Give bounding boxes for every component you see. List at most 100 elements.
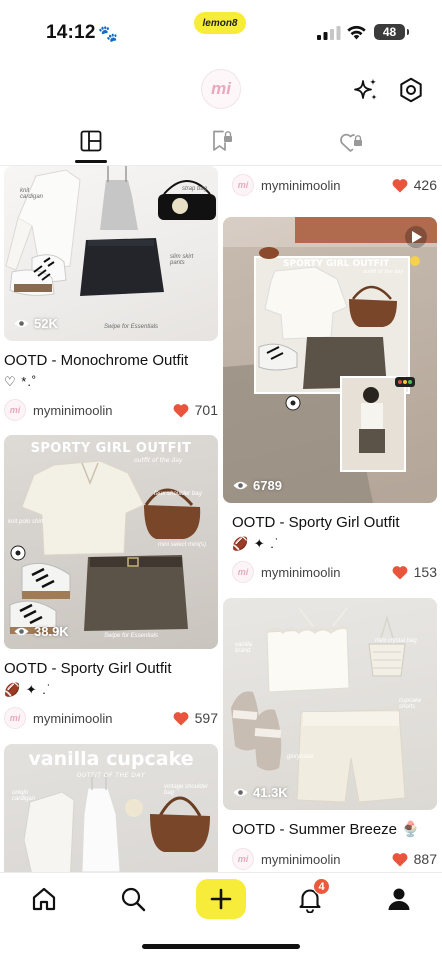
post-subtitle: ♡ *.˚ <box>4 374 38 389</box>
post-thumbnail[interactable]: knit cardigan strap bag slim skirt pants… <box>4 166 218 341</box>
post-meta: mi myminimoolin 887 <box>223 848 437 870</box>
cellular-signal-icon <box>317 26 341 40</box>
overlay-subtitle: outfit of the day <box>363 269 404 275</box>
like-count: 153 <box>413 564 437 580</box>
annotation-label: vanilla brand <box>235 642 253 654</box>
heart-icon <box>392 565 408 579</box>
search-icon <box>121 887 146 912</box>
eye-icon <box>233 788 248 797</box>
post-title[interactable]: OOTD - Summer Breeze 🍨 <box>223 820 437 840</box>
tab-posts[interactable] <box>76 126 106 156</box>
battery-indicator: 48 <box>374 24 409 40</box>
annotation-label: vintage shoulder bag <box>164 784 209 796</box>
post-card[interactable]: mi myminimoolin 426 <box>232 174 437 196</box>
post-meta: mi myminimoolin 426 <box>232 174 437 196</box>
nav-profile[interactable] <box>383 883 415 915</box>
lemon8-pill-label: lemon8 <box>202 17 238 29</box>
annotation-label: strap bag <box>182 186 208 192</box>
plus-icon <box>210 888 232 910</box>
annotation-label: faux shoulder bag <box>154 491 202 497</box>
like-count: 426 <box>413 177 437 193</box>
post-author[interactable]: mi myminimoolin <box>232 561 340 583</box>
nav-search[interactable] <box>117 883 149 915</box>
post-author[interactable]: mi myminimoolin <box>232 848 340 870</box>
post-author[interactable]: mi myminimoolin <box>4 707 112 729</box>
heart-icon <box>392 178 408 192</box>
heart-icon <box>392 852 408 866</box>
post-card[interactable]: vanilla brand mini crystal bag cupcake s… <box>223 598 437 870</box>
notification-count: 4 <box>318 880 325 893</box>
like-count: 887 <box>413 851 437 867</box>
tab-liked[interactable] <box>336 126 366 156</box>
like-button[interactable]: 701 <box>173 402 218 418</box>
post-card[interactable]: SPORTY GIRL OUTFIT outfit of the day kni… <box>4 435 218 729</box>
post-card[interactable]: knit cardigan strap bag slim skirt pants… <box>4 166 218 421</box>
post-author[interactable]: mi myminimoolin <box>4 399 112 421</box>
view-count-value: 38.9K <box>34 624 69 639</box>
heart-icon <box>173 403 189 417</box>
like-button[interactable]: 153 <box>392 564 437 580</box>
like-button[interactable]: 426 <box>392 177 437 193</box>
author-avatar: mi <box>4 707 26 729</box>
annotation-label: slim skirt pants <box>170 254 194 266</box>
annotation-label: mini crystal bag <box>375 638 417 644</box>
like-count: 701 <box>194 402 218 418</box>
post-title[interactable]: OOTD - Sporty Girl Outfit <box>223 513 437 533</box>
author-name: myminimoolin <box>261 851 341 867</box>
post-thumbnail[interactable]: vanilla brand mini crystal bag cupcake s… <box>223 598 437 810</box>
post-subtitle: 🏈 ✦ .˙ <box>4 682 53 697</box>
annotation-label: uniqlo cardigan <box>12 790 36 802</box>
settings-gear-icon[interactable] <box>397 76 425 104</box>
tab-saved[interactable] <box>206 126 236 156</box>
post-meta: mi myminimoolin 153 <box>223 561 437 583</box>
annotation-label: knit polo shirt <box>8 519 44 525</box>
view-count: 52K <box>14 316 58 331</box>
lemon8-pill[interactable]: lemon8 <box>194 12 246 34</box>
author-avatar: mi <box>232 561 254 583</box>
post-meta: mi myminimoolin 597 <box>4 707 218 729</box>
sparkle-icon[interactable] <box>352 76 380 104</box>
like-count: 597 <box>194 710 218 726</box>
view-count: 38.9K <box>14 624 69 639</box>
author-name: myminimoolin <box>33 402 113 418</box>
annotation-label: glorybabe <box>287 754 314 760</box>
post-title[interactable]: OOTD - Sporty Girl Outfit <box>4 659 218 679</box>
view-count: 6789 <box>233 478 282 493</box>
like-button[interactable]: 597 <box>173 710 218 726</box>
view-count-value: 41.3K <box>253 785 288 800</box>
eye-icon <box>14 627 29 636</box>
post-author[interactable]: mi myminimoolin <box>232 174 340 196</box>
wifi-icon <box>347 25 366 40</box>
heart-icon <box>173 711 189 725</box>
annotation-label: mini select mini(s) <box>158 542 207 548</box>
active-tab-indicator <box>75 160 107 163</box>
home-indicator[interactable] <box>142 944 300 949</box>
post-title[interactable]: OOTD - Monochrome Outfit <box>4 351 218 371</box>
post-card[interactable]: vanilla cupcake OUTFIT OF THE DAY uniqlo… <box>4 744 218 872</box>
author-avatar: mi <box>232 174 254 196</box>
annotation-label: Swipe for Essentials <box>104 324 159 330</box>
overlay-title: vanilla cupcake <box>28 748 194 770</box>
notification-badge: 4 <box>313 878 330 895</box>
profile-avatar[interactable]: mi <box>201 69 241 109</box>
like-button[interactable]: 887 <box>392 851 437 867</box>
author-name: myminimoolin <box>33 710 113 726</box>
post-thumbnail[interactable]: SPORTY GIRL OUTFIT outfit of the day 678… <box>223 217 437 503</box>
grid-layout-icon <box>80 130 102 152</box>
battery-level: 48 <box>382 25 397 39</box>
create-post-button[interactable] <box>196 879 246 919</box>
post-feed[interactable]: knit cardigan strap bag slim skirt pants… <box>0 166 442 872</box>
eye-icon <box>233 481 248 490</box>
profile-icon <box>388 888 410 910</box>
profile-tab-bar <box>0 124 442 166</box>
nav-home[interactable] <box>28 883 60 915</box>
view-count: 41.3K <box>233 785 288 800</box>
view-count-value: 6789 <box>253 478 282 493</box>
post-thumbnail[interactable]: vanilla cupcake OUTFIT OF THE DAY uniqlo… <box>4 744 218 872</box>
post-thumbnail[interactable]: SPORTY GIRL OUTFIT outfit of the day kni… <box>4 435 218 649</box>
avatar-initials: mi <box>211 79 231 98</box>
annotation-label: Swipe for Essentials <box>104 633 159 639</box>
post-meta: mi myminimoolin 701 <box>4 399 218 421</box>
overlay-title: SPORTY GIRL OUTFIT <box>283 259 390 269</box>
post-card[interactable]: SPORTY GIRL OUTFIT outfit of the day 678… <box>223 217 437 583</box>
